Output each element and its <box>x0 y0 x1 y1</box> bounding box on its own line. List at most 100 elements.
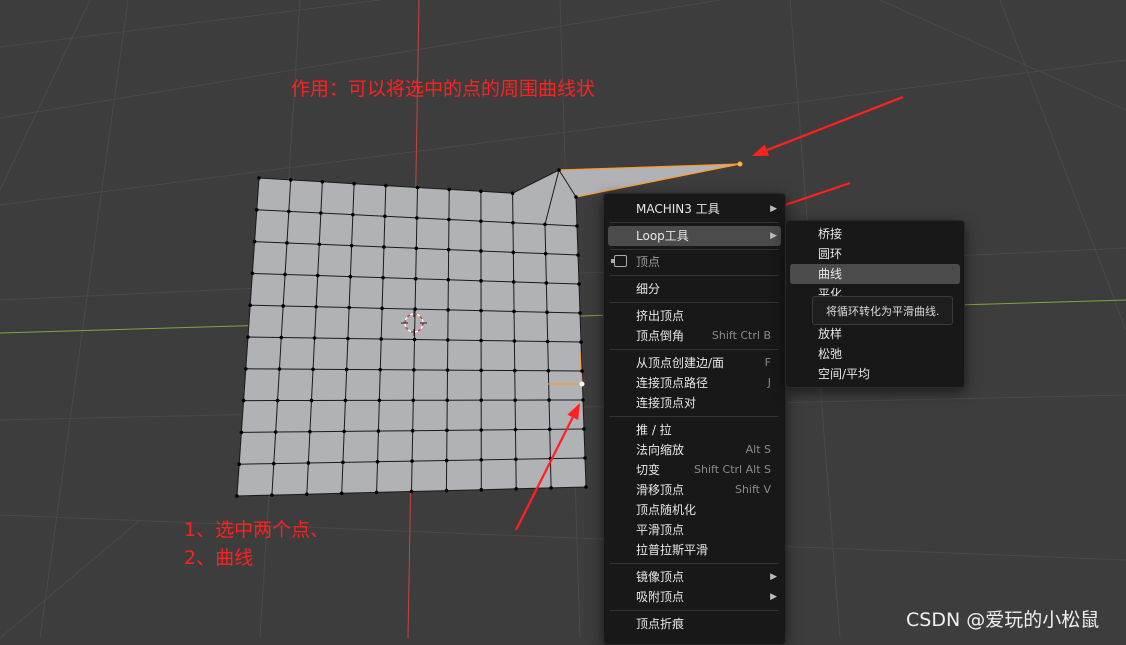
menu-item-slide-vertex[interactable]: 滑移顶点 Shift V <box>608 480 781 500</box>
menu-item-make-edge-face[interactable]: 从顶点创建边/面 F <box>608 353 781 373</box>
mesh-vertex <box>479 369 483 373</box>
menu-item-snap-vertices[interactable]: 吸附顶点 ▶ <box>608 587 781 607</box>
mesh-vertex <box>413 338 417 342</box>
mesh-vertex <box>447 248 451 252</box>
mesh-vertex <box>289 178 293 182</box>
submenu-item-curve[interactable]: 曲线 <box>790 264 960 284</box>
menu-item-machin3-tools[interactable]: MACHIN3 工具 ▶ <box>608 199 781 219</box>
menu-separator <box>610 302 779 303</box>
mesh-vertex <box>513 369 517 373</box>
submenu-item-circle[interactable]: 圆环 <box>790 244 960 264</box>
menu-item-label: 法向缩放 <box>636 443 684 457</box>
menu-item-shear[interactable]: 切变 Shift Ctrl Alt S <box>608 460 781 480</box>
mesh-vertex <box>479 428 483 432</box>
menu-item-label: 吸附顶点 <box>636 590 684 604</box>
mesh-vertex <box>479 249 483 253</box>
grid-line <box>40 0 128 638</box>
submenu-item-space[interactable]: 空间/平均 <box>790 364 960 384</box>
menu-item-label: 顶点随机化 <box>636 503 696 517</box>
mesh-vertex <box>447 188 451 192</box>
submenu-item-loft[interactable]: 放样 <box>790 324 960 344</box>
submenu-item-bridge[interactable]: 桥接 <box>790 224 960 244</box>
mesh-vertex <box>576 253 580 257</box>
mesh-vertex <box>445 398 449 402</box>
menu-item-label: 滑移顶点 <box>636 483 684 497</box>
menu-item-label: 细分 <box>636 282 660 296</box>
menu-item-randomize-vertices[interactable]: 顶点随机化 <box>608 500 781 520</box>
mesh-vertex <box>308 430 312 434</box>
menu-separator <box>610 563 779 564</box>
menu-item-extrude-vertices[interactable]: 挤出顶点 <box>608 306 781 326</box>
mesh-vertex <box>287 210 291 214</box>
mesh-vertex <box>513 339 517 343</box>
menu-item-vertex-crease[interactable]: 顶点折痕 <box>608 614 781 634</box>
mesh-vertex <box>480 488 484 492</box>
mesh-vertex <box>305 492 309 496</box>
grid-line <box>0 0 90 190</box>
menu-header-vertex: 顶点 <box>608 252 781 272</box>
menu-item-shortcut: Alt S <box>746 440 771 460</box>
mesh-vertex <box>378 368 382 372</box>
menu-item-shortcut: J <box>768 373 771 393</box>
menu-item-label: 连接顶点对 <box>636 396 696 410</box>
menu-item-shrink-fatten[interactable]: 法向缩放 Alt S <box>608 440 781 460</box>
menu-item-label: 镜像顶点 <box>636 570 684 584</box>
mesh-vertex <box>380 307 384 311</box>
menu-item-laplacian-smooth[interactable]: 拉普拉斯平滑 <box>608 540 781 560</box>
mesh-vertex <box>446 368 450 372</box>
menu-item-subdivide[interactable]: 细分 <box>608 279 781 299</box>
mesh-vertex <box>512 280 516 284</box>
csdn-watermark: CSDN @爱玩的小松鼠 <box>906 605 1099 632</box>
mesh-vertex <box>376 460 380 464</box>
menu-item-label: 从顶点创建边/面 <box>636 356 724 370</box>
mesh-vertex <box>285 241 289 245</box>
mesh-vertex <box>248 303 252 307</box>
mesh-vertex <box>378 399 382 403</box>
mesh-vertex <box>242 399 246 403</box>
menu-header-label: 顶点 <box>636 255 660 269</box>
grid-line <box>0 520 140 638</box>
menu-item-label: 圆环 <box>818 247 842 261</box>
mesh-vertex <box>579 340 583 344</box>
mesh-vertex <box>352 182 356 186</box>
mesh-vertex <box>240 431 244 435</box>
mesh-vertex <box>412 368 416 372</box>
mesh-vertex <box>575 224 579 228</box>
mesh-vertex <box>547 398 551 402</box>
mesh-vertex <box>512 251 516 255</box>
menu-item-smooth-vertices[interactable]: 平滑顶点 <box>608 520 781 540</box>
vertex-context-menu: MACHIN3 工具 ▶ Loop工具 ▶ 顶点 细分 挤出顶点 顶点倒角 Sh… <box>603 193 786 645</box>
mesh-vertex <box>447 278 451 282</box>
mesh-vertex <box>342 430 346 434</box>
menu-item-label: 放样 <box>818 327 842 341</box>
menu-item-label: 切变 <box>636 463 660 477</box>
mesh-vertex <box>281 304 285 308</box>
menu-separator <box>610 275 779 276</box>
vertex-select-icon <box>614 255 627 267</box>
menu-item-shortcut: Shift Ctrl B <box>712 326 771 346</box>
mesh-vertex <box>479 219 483 223</box>
mesh-vertex <box>351 213 355 217</box>
mesh-vertex <box>580 369 584 373</box>
submenu-item-relax[interactable]: 松弛 <box>790 344 960 364</box>
mesh-vertex <box>375 491 379 495</box>
menu-item-mirror-vertices[interactable]: 镜像顶点 ▶ <box>608 567 781 587</box>
mesh-vertex <box>244 367 248 371</box>
mesh-vertex <box>415 247 419 251</box>
mesh-vertex <box>310 399 314 403</box>
menu-item-shortcut: Shift Ctrl Alt S <box>694 460 771 480</box>
mesh-vertex <box>544 252 548 256</box>
menu-item-label: 拉普拉斯平滑 <box>636 543 708 557</box>
menu-item-label: 顶点倒角 <box>636 329 684 343</box>
menu-item-connect-vertex-pairs[interactable]: 连接顶点对 <box>608 393 781 413</box>
mesh-vertex <box>513 398 517 402</box>
annotation-step-1: 1、选中两个点、 <box>184 515 329 542</box>
menu-item-loop-tools[interactable]: Loop工具 ▶ <box>608 226 781 246</box>
menu-item-push-pull[interactable]: 推 / 拉 <box>608 420 781 440</box>
menu-item-label: 平滑顶点 <box>636 523 684 537</box>
mesh-vertex <box>574 195 578 199</box>
mesh-vertex <box>584 485 588 489</box>
mesh-vertex <box>381 276 385 280</box>
menu-item-connect-vertex-path[interactable]: 连接顶点路径 J <box>608 373 781 393</box>
menu-item-bevel-vertices[interactable]: 顶点倒角 Shift Ctrl B <box>608 326 781 346</box>
